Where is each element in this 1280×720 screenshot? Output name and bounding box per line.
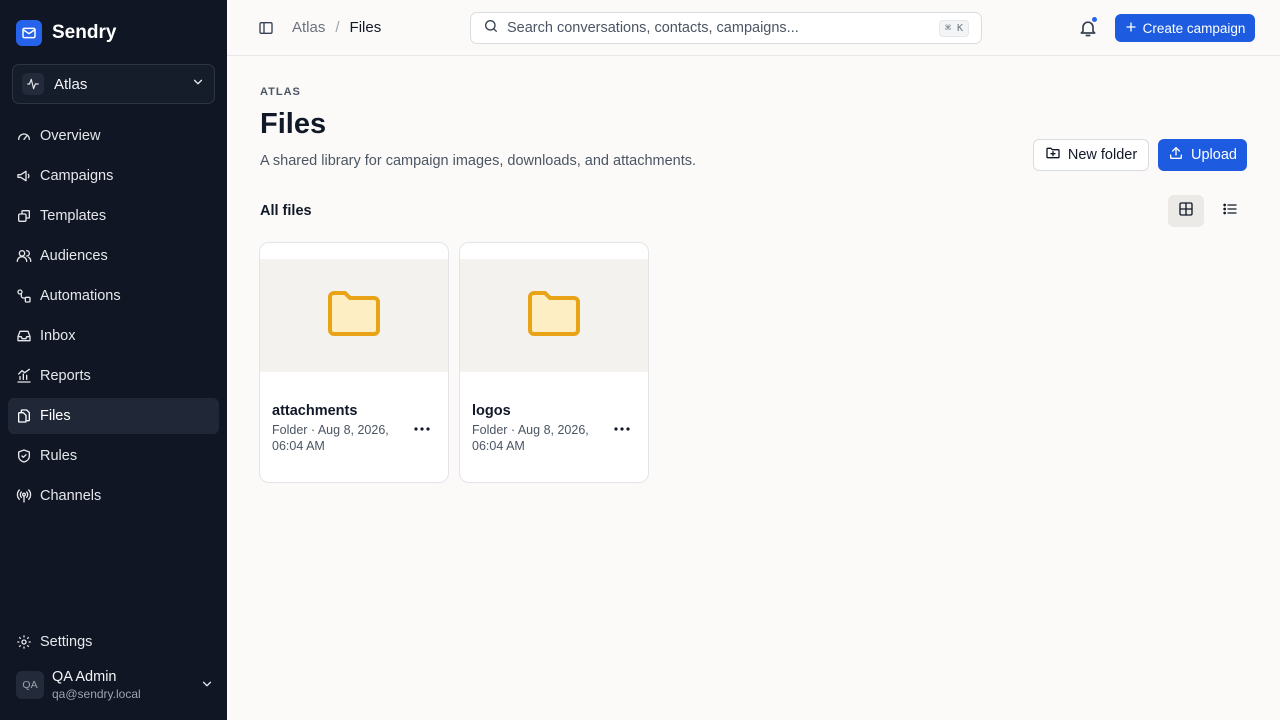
file-meta: Folder · Aug 8, 2026, 06:04 AM bbox=[272, 423, 389, 453]
inbox-icon bbox=[16, 328, 32, 344]
search-input[interactable] bbox=[507, 20, 939, 36]
sidebar-item-label: Inbox bbox=[40, 328, 76, 344]
section-title: All files bbox=[260, 203, 312, 219]
page-title: Files bbox=[260, 108, 327, 140]
breadcrumb-current: Files bbox=[349, 19, 382, 36]
folder-icon bbox=[326, 288, 382, 343]
upload-button[interactable]: Upload bbox=[1158, 139, 1247, 171]
breadcrumb: Atlas / Files bbox=[292, 19, 381, 36]
upload-icon bbox=[1168, 145, 1184, 165]
user-info: QA Admin qa@sendry.local bbox=[52, 669, 141, 702]
new-folder-button[interactable]: New folder bbox=[1033, 139, 1149, 171]
create-campaign-button[interactable]: Create campaign bbox=[1115, 14, 1255, 42]
list-icon bbox=[1222, 201, 1238, 222]
sidebar-item-reports[interactable]: Reports bbox=[8, 358, 219, 394]
sidebar-item-label: Templates bbox=[40, 208, 107, 224]
sidebar-item-label: Channels bbox=[40, 488, 102, 504]
sidebar-item-automations[interactable]: Automations bbox=[8, 278, 219, 314]
sidebar-item-files[interactable]: Files bbox=[8, 398, 219, 434]
file-name: logos bbox=[472, 403, 511, 419]
sidebar-item-label: Rules bbox=[40, 448, 78, 464]
folder-thumbnail bbox=[460, 259, 648, 372]
gauge-icon bbox=[16, 128, 32, 144]
sidebar-item-rules[interactable]: Rules bbox=[8, 438, 219, 474]
activity-icon bbox=[22, 73, 44, 95]
folder-thumbnail bbox=[260, 259, 448, 372]
plus-icon bbox=[1125, 21, 1137, 36]
sidebar-item-channels[interactable]: Channels bbox=[8, 478, 219, 514]
grid-view-toggle[interactable] bbox=[1168, 195, 1204, 227]
sidebar-item-label: Campaigns bbox=[40, 168, 114, 184]
users-icon bbox=[16, 248, 32, 264]
folder-card-attachments[interactable]: attachments Folder · Aug 8, 2026, 06:04 … bbox=[259, 242, 449, 483]
grid-icon bbox=[1178, 201, 1194, 222]
sidebar-item-label: Overview bbox=[40, 128, 101, 144]
search-shortcut: ⌘ K bbox=[938, 19, 969, 37]
workspace-switcher[interactable]: Atlas bbox=[12, 64, 215, 104]
sidebar-item-label: Reports bbox=[40, 368, 91, 384]
page-eyebrow: ATLAS bbox=[260, 86, 301, 98]
notifications-bell-icon[interactable] bbox=[1078, 16, 1098, 38]
megaphone-icon bbox=[16, 168, 32, 184]
search-icon bbox=[483, 18, 499, 39]
sidebar-toggle-icon[interactable] bbox=[258, 20, 274, 36]
folder-plus-icon bbox=[1045, 145, 1061, 165]
workflow-icon bbox=[16, 288, 32, 304]
upload-label: Upload bbox=[1191, 147, 1237, 163]
folder-card-logos[interactable]: logos Folder · Aug 8, 2026, 06:04 AM bbox=[459, 242, 649, 483]
file-name: attachments bbox=[272, 403, 358, 419]
breadcrumb-parent[interactable]: Atlas bbox=[292, 19, 325, 36]
new-folder-label: New folder bbox=[1067, 147, 1138, 163]
shield-icon bbox=[16, 448, 32, 464]
workspace-name: Atlas bbox=[54, 75, 88, 93]
gear-icon bbox=[16, 634, 32, 650]
sidebar-item-label: Automations bbox=[40, 288, 121, 304]
list-view-toggle[interactable] bbox=[1212, 195, 1248, 227]
chevron-down-icon bbox=[200, 677, 214, 696]
notification-dot bbox=[1091, 16, 1098, 23]
create-campaign-label: Create campaign bbox=[1142, 20, 1246, 36]
chart-icon bbox=[16, 368, 32, 384]
brand[interactable]: Sendry bbox=[16, 20, 116, 46]
sidebar-nav: Overview Campaigns Templates Audiences A… bbox=[8, 118, 219, 518]
sidebar-item-campaigns[interactable]: Campaigns bbox=[8, 158, 219, 194]
mail-icon bbox=[16, 20, 42, 46]
brand-name: Sendry bbox=[52, 22, 117, 43]
sidebar: Sendry Atlas Overview Campaigns Template… bbox=[0, 0, 227, 720]
user-menu[interactable]: QA QA Admin qa@sendry.local bbox=[16, 666, 216, 704]
sidebar-item-settings[interactable]: Settings bbox=[8, 624, 219, 660]
sidebar-item-audiences[interactable]: Audiences bbox=[8, 238, 219, 274]
search-bar[interactable]: ⌘ K bbox=[470, 12, 982, 44]
more-options-icon[interactable] bbox=[410, 419, 434, 439]
more-options-icon[interactable] bbox=[610, 419, 634, 439]
file-meta: Folder · Aug 8, 2026, 06:04 AM bbox=[472, 423, 589, 453]
radio-icon bbox=[16, 488, 32, 504]
files-icon bbox=[16, 408, 32, 424]
page-subtitle: A shared library for campaign images, do… bbox=[260, 153, 697, 169]
folder-icon bbox=[526, 288, 582, 343]
user-email: qa@sendry.local bbox=[52, 686, 141, 701]
chevron-down-icon bbox=[191, 75, 205, 94]
sidebar-item-overview[interactable]: Overview bbox=[8, 118, 219, 154]
user-name: QA Admin bbox=[52, 668, 117, 685]
sidebar-item-label: Files bbox=[40, 408, 71, 424]
sidebar-item-label: Settings bbox=[40, 634, 93, 650]
sidebar-item-templates[interactable]: Templates bbox=[8, 198, 219, 234]
topbar: Atlas / Files ⌘ K Create campaign bbox=[227, 0, 1280, 56]
avatar: QA bbox=[16, 671, 44, 699]
sidebar-settings: Settings bbox=[8, 624, 219, 664]
breadcrumb-separator: / bbox=[335, 19, 340, 36]
template-icon bbox=[16, 208, 32, 224]
sidebar-item-label: Audiences bbox=[40, 248, 108, 264]
sidebar-item-inbox[interactable]: Inbox bbox=[8, 318, 219, 354]
